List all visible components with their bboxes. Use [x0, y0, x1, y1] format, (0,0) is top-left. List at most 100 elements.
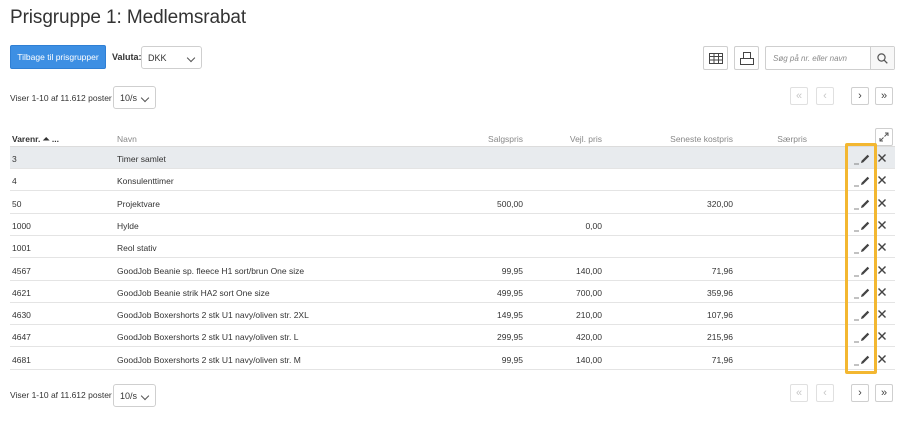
table-row[interactable]: 4621 GoodJob Beanie strik HA2 sort One si…: [10, 281, 895, 303]
cell-varenr: 1001: [12, 243, 31, 254]
cell-vejl-pris: 140,00: [576, 265, 602, 276]
per-page-select-bottom[interactable]: 10/s: [113, 384, 156, 407]
pagination-info-bottom: Viser 1-10 af 11.612 poster: [10, 390, 112, 400]
cell-salgspris: 299,95: [497, 332, 523, 343]
per-page-value: 10/s: [120, 92, 138, 103]
cell-salgspris: 99,95: [501, 265, 523, 276]
cell-varenr: 4621: [12, 287, 31, 298]
cell-vejl-pris: 700,00: [576, 287, 602, 298]
table-row[interactable]: 1000 Hylde 0,00: [10, 214, 895, 236]
table-header: Varenr. ⏶ ... Navn Salgspris Vejl. pris …: [10, 127, 895, 147]
valuta-label: Valuta:: [112, 52, 142, 62]
cell-varenr: 4630: [12, 310, 31, 321]
prev-page-button-top[interactable]: ‹: [816, 87, 834, 105]
cell-varenr: 50: [12, 198, 22, 209]
next-page-button-bottom[interactable]: ›: [851, 384, 869, 402]
close-icon[interactable]: [876, 197, 888, 209]
chevron-down-icon: [140, 93, 150, 103]
pencil-icon[interactable]: [853, 152, 871, 165]
cell-seneste-kostpris: 71,96: [711, 354, 733, 365]
cell-salgspris: 149,95: [497, 310, 523, 321]
search-button[interactable]: [870, 47, 894, 69]
column-salgspris[interactable]: Salgspris: [488, 134, 523, 144]
chevron-down-icon: [186, 53, 196, 63]
table-row[interactable]: 4 Konsulenttimer: [10, 169, 895, 192]
back-to-pricegroups-button[interactable]: Tilbage til prisgrupper: [10, 45, 106, 69]
close-icon[interactable]: [876, 152, 888, 164]
cell-navn: GoodJob Boxershorts 2 stk U1 navy/oliven…: [117, 354, 301, 365]
table-row[interactable]: 3 Timer samlet: [10, 147, 895, 169]
pencil-icon[interactable]: [853, 330, 871, 343]
column-varenr[interactable]: Varenr. ⏶ ...: [12, 134, 59, 145]
cell-navn: GoodJob Beanie strik HA2 sort One size: [117, 287, 270, 298]
expand-table-button[interactable]: [875, 128, 893, 146]
first-page-button-top[interactable]: «: [790, 87, 808, 105]
pencil-icon[interactable]: [853, 286, 871, 299]
column-seneste-kostpris[interactable]: Seneste kostpris: [670, 134, 733, 144]
close-icon[interactable]: [876, 241, 888, 253]
next-page-button-top[interactable]: ›: [851, 87, 869, 105]
cell-seneste-kostpris: 359,96: [707, 287, 733, 298]
table-row[interactable]: 4630 GoodJob Boxershorts 2 stk U1 navy/ol…: [10, 303, 895, 326]
cell-seneste-kostpris: 320,00: [707, 198, 733, 209]
pencil-icon[interactable]: [853, 197, 871, 209]
close-icon[interactable]: [876, 330, 888, 342]
cell-vejl-pris: 210,00: [576, 310, 602, 321]
column-vejl-pris[interactable]: Vejl. pris: [570, 134, 602, 144]
column-navn[interactable]: Navn: [117, 134, 137, 144]
pencil-icon[interactable]: [853, 219, 871, 232]
cell-varenr: 4: [12, 176, 17, 187]
cell-navn: GoodJob Beanie sp. fleece H1 sort/brun O…: [117, 265, 305, 276]
table-row[interactable]: 50 Projektvare 500,00 320,00: [10, 192, 895, 214]
pencil-icon[interactable]: [853, 353, 871, 366]
search-input[interactable]: [766, 47, 870, 69]
cell-vejl-pris: 420,00: [576, 332, 602, 343]
close-icon[interactable]: [876, 174, 888, 186]
cell-salgspris: 500,00: [497, 198, 523, 209]
cell-seneste-kostpris: 71,96: [711, 265, 733, 276]
cell-salgspris: 499,95: [497, 287, 523, 298]
cell-varenr: 4647: [12, 332, 31, 343]
close-icon[interactable]: [876, 353, 888, 365]
pencil-icon[interactable]: [853, 264, 871, 276]
cell-varenr: 4567: [12, 265, 31, 276]
per-page-select-top[interactable]: 10/s: [113, 86, 156, 109]
last-page-button-bottom[interactable]: »: [875, 384, 893, 402]
cell-seneste-kostpris: 107,96: [707, 310, 733, 321]
search-box: [765, 46, 895, 70]
table-row[interactable]: 4681 GoodJob Boxershorts 2 stk U1 navy/ol…: [10, 348, 895, 370]
cell-salgspris: 99,95: [501, 354, 523, 365]
pencil-icon[interactable]: [853, 308, 871, 321]
table-view-button[interactable]: [703, 46, 728, 70]
close-icon[interactable]: [876, 286, 888, 298]
pencil-icon[interactable]: [853, 174, 871, 187]
table-row[interactable]: 1001 Reol stativ: [10, 236, 895, 259]
close-icon[interactable]: [876, 264, 888, 276]
last-page-button-top[interactable]: »: [875, 87, 893, 105]
first-page-button-bottom[interactable]: «: [790, 384, 808, 402]
cell-vejl-pris: 140,00: [576, 354, 602, 365]
cell-varenr: 1000: [12, 220, 31, 231]
search-icon: [877, 52, 888, 64]
cell-navn: Konsulenttimer: [117, 176, 174, 187]
valuta-select-value: DKK: [148, 52, 167, 63]
cell-navn: Reol stativ: [117, 243, 157, 254]
expand-icon: [879, 132, 889, 142]
chevron-down-icon: [140, 391, 150, 401]
print-button[interactable]: [734, 46, 759, 70]
cell-navn: Hylde: [117, 220, 139, 231]
close-icon[interactable]: [876, 219, 888, 231]
valuta-select[interactable]: DKK: [141, 46, 202, 69]
cell-navn: GoodJob Boxershorts 2 stk U1 navy/oliven…: [117, 332, 299, 343]
prev-page-button-bottom[interactable]: ‹: [816, 384, 834, 402]
close-icon[interactable]: [876, 308, 888, 320]
cell-seneste-kostpris: 215,96: [707, 332, 733, 343]
pagination-info-top: Viser 1-10 af 11.612 poster: [10, 93, 112, 103]
cell-varenr: 4681: [12, 354, 31, 365]
table-row[interactable]: 4567 GoodJob Beanie sp. fleece H1 sort/br…: [10, 259, 895, 281]
table-icon: [708, 52, 723, 64]
pencil-icon[interactable]: [853, 241, 871, 254]
cell-navn: GoodJob Boxershorts 2 stk U1 navy/oliven…: [117, 310, 309, 321]
table-row[interactable]: 4647 GoodJob Boxershorts 2 stk U1 navy/ol…: [10, 325, 895, 348]
column-saerpris[interactable]: Særpris: [777, 134, 807, 144]
